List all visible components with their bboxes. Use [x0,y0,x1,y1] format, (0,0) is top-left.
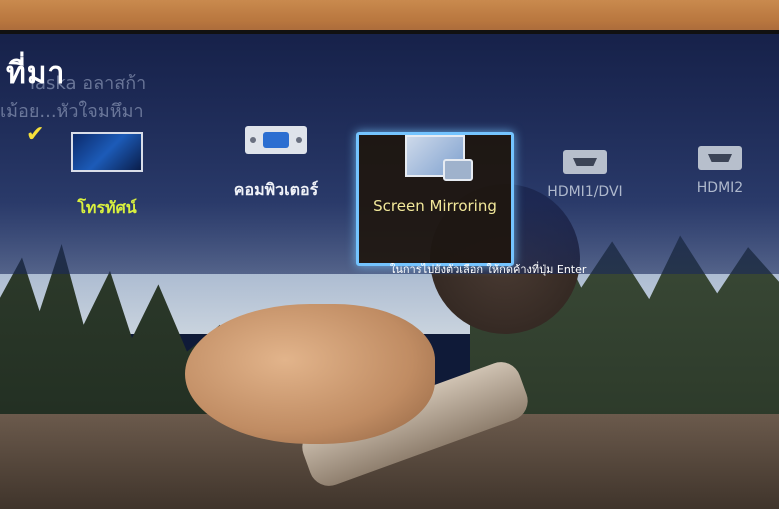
hint-text: ในการไปยังตัวเลือก ให้กดค้างที่ปุ่ม Ente… [390,263,587,276]
hdmi-icon [698,146,742,170]
source-screen-mirroring[interactable]: Screen Mirroring [356,132,514,266]
source-menu: laska อลาสก้า เม้อย...หัวใจมหึมา ที่มา ✔… [0,34,779,274]
tv-icon [71,132,143,172]
hdmi-icon [563,150,607,174]
ghost-caption-line2: เม้อย...หัวใจมหึมา [0,101,144,122]
page-title: ที่มา [6,56,66,91]
source-computer-label: คอมพิวเตอร์ [233,180,319,199]
tv-screen: laska อลาสก้า เม้อย...หัวใจมหึมา ที่มา ✔… [0,30,779,509]
source-hdmi1-label: HDMI1/DVI [547,184,623,200]
source-screen-mirroring-label: Screen Mirroring [373,197,497,215]
checkmark-icon: ✔ [26,122,45,147]
source-hdmi2[interactable]: HDMI2 [684,146,756,196]
source-hdmi2-label: HDMI2 [696,180,744,196]
source-hdmi1-dvi[interactable]: HDMI1/DVI [540,150,630,200]
source-computer[interactable]: คอมพิวเตอร์ [216,126,336,203]
computer-icon [245,126,307,154]
screen-mirroring-icon [405,135,473,181]
source-tv-label: โทรทัศน์ [77,198,137,217]
wall-background [0,0,779,34]
animal-body [185,304,435,444]
source-tv[interactable]: โทรทัศน์ [52,132,162,221]
